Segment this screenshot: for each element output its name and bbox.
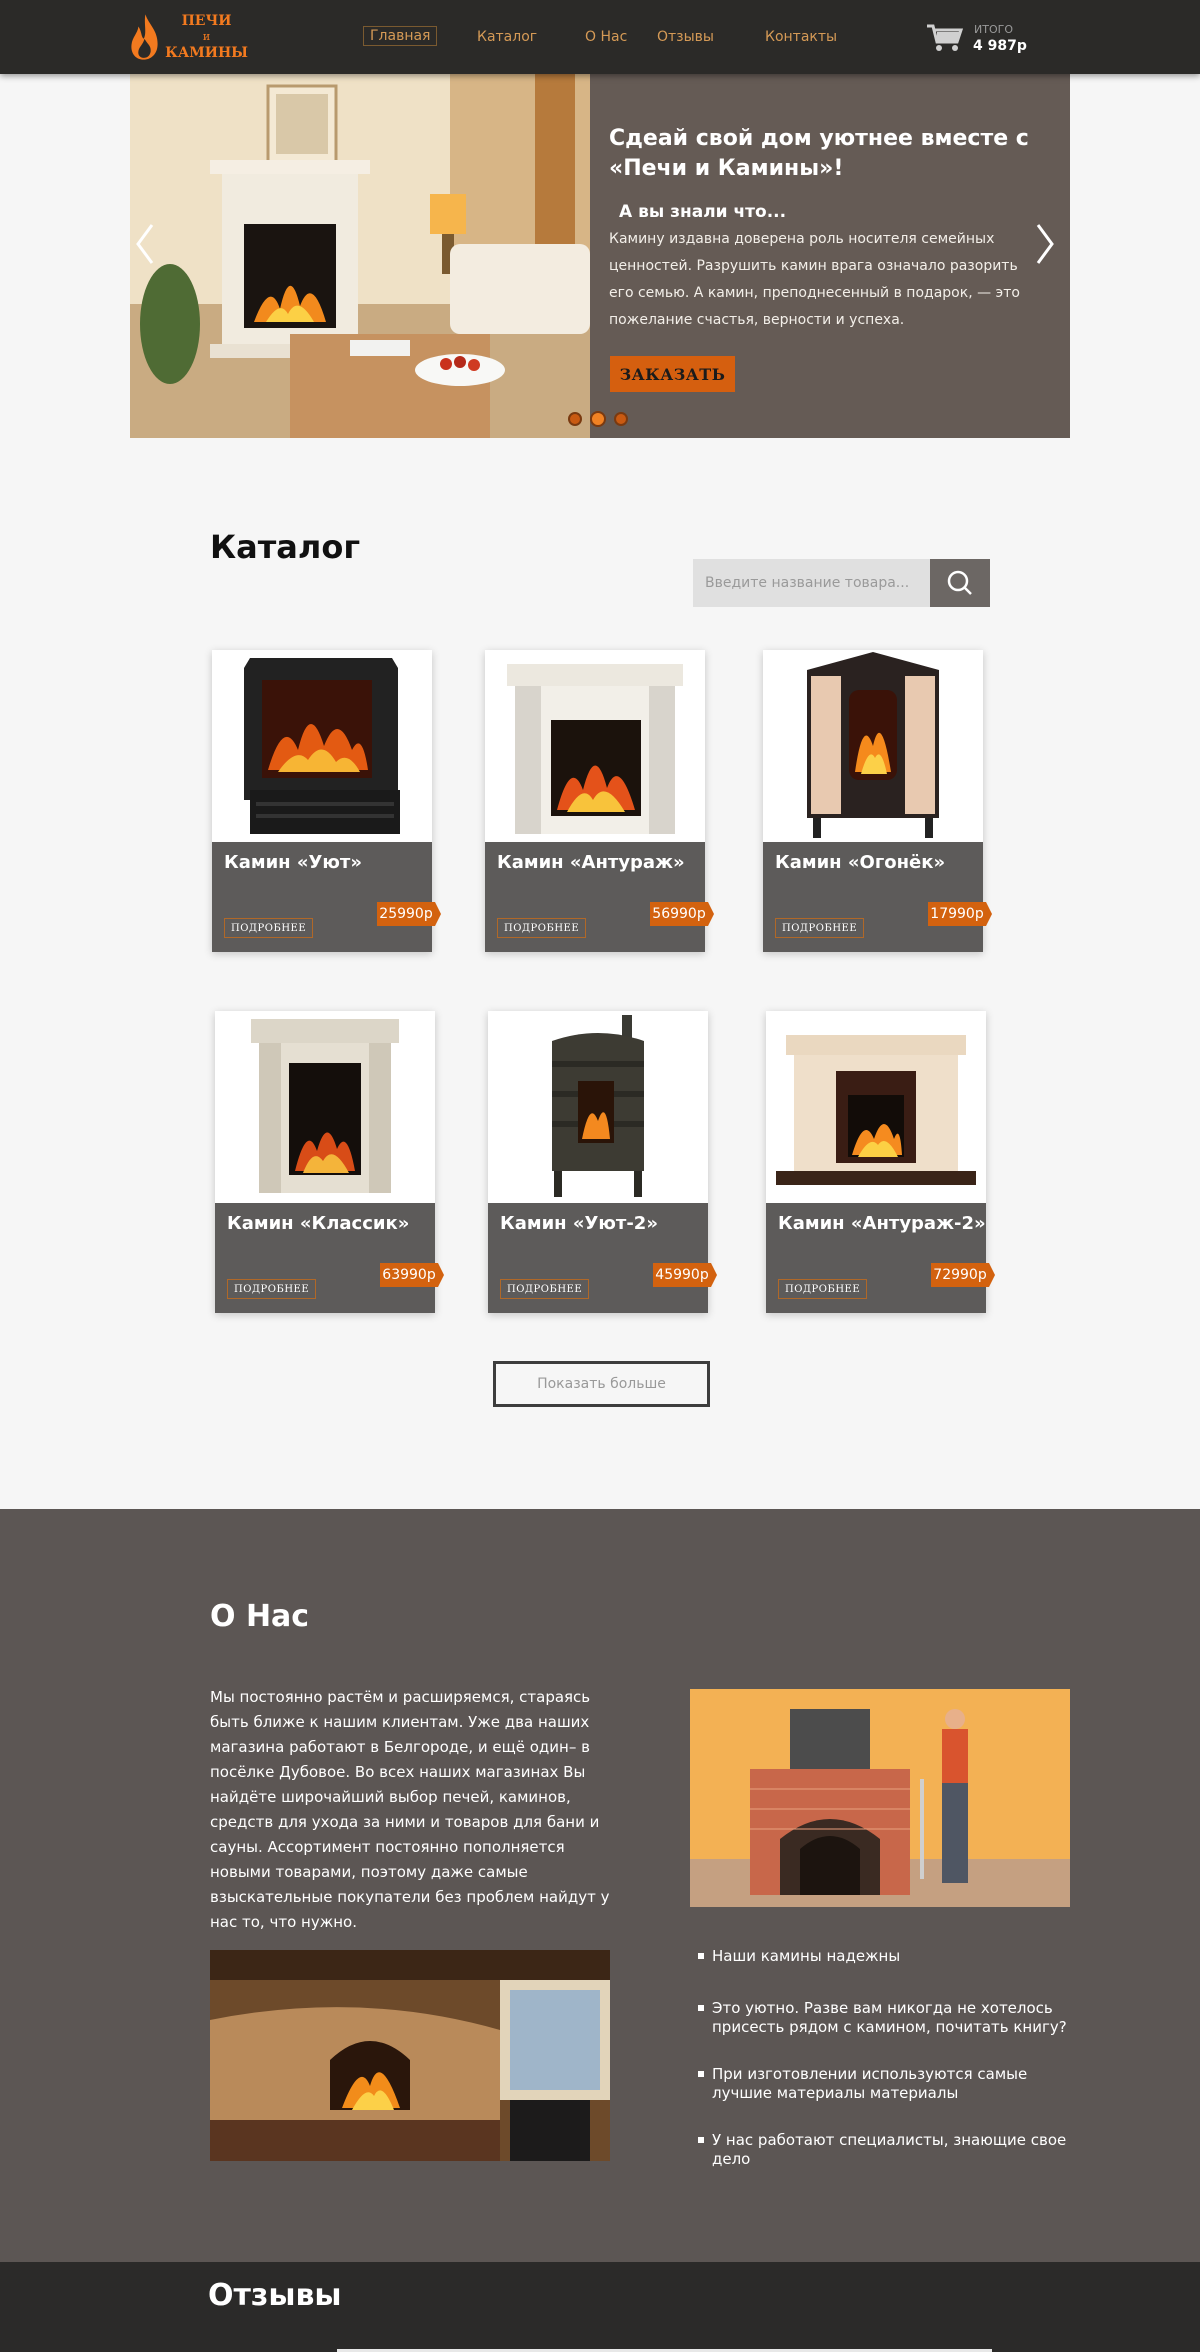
logo-line-3: КАМИНЫ — [165, 45, 248, 61]
about-text: Мы постоянно растём и расширяемся, стара… — [210, 1688, 610, 1931]
logo-line-1: ПЕЧИ — [181, 13, 232, 29]
hero-subtitle: А вы знали что... — [619, 202, 787, 222]
slider-dot[interactable] — [568, 412, 582, 426]
about-image-builder — [690, 1689, 1070, 1907]
search-input[interactable] — [693, 559, 930, 607]
details-button[interactable]: ПОДРОБНЕЕ — [497, 918, 587, 938]
price-tag: 56990р — [650, 902, 714, 926]
product-card[interactable]: Камин «Антураж» ПОДРОБНЕЕ 56990р — [485, 650, 714, 952]
hero-text: Камину издавна доверена роль носителя се… — [609, 231, 1020, 328]
nav-home[interactable]: Главная — [363, 26, 438, 46]
product-name: Камин «Классик» — [227, 1213, 410, 1234]
chevron-right-icon[interactable] — [1030, 219, 1060, 269]
product-name: Камин «Антураж» — [497, 852, 685, 873]
product-info: Камин «Классик» ПОДРОБНЕЕ 63990р — [215, 1203, 444, 1313]
product-image — [763, 650, 983, 842]
product-info: Камин «Антураж» ПОДРОБНЕЕ 56990р — [485, 842, 714, 952]
price-tag: 45990р — [653, 1263, 717, 1287]
details-button[interactable]: ПОДРОБНЕЕ — [778, 1279, 868, 1299]
details-button[interactable]: ПОДРОБНЕЕ — [500, 1279, 590, 1299]
product-image — [212, 650, 432, 842]
flame-icon — [131, 14, 158, 60]
product-card[interactable]: Камин «Классик» ПОДРОБНЕЕ 63990р — [215, 1011, 444, 1313]
product-card[interactable]: Камин «Уют-2» ПОДРОБНЕЕ 45990р — [488, 1011, 717, 1313]
product-info: Камин «Уют» ПОДРОБНЕЕ 25990р — [212, 842, 441, 952]
product-card[interactable]: Камин «Огонёк» ПОДРОБНЕЕ 17990р — [763, 650, 992, 952]
price-tag: 72990р — [931, 1263, 995, 1287]
product-name: Камин «Антураж-2» — [778, 1213, 986, 1234]
feature-item: Это уютно. Разве вам никогда не хотелось… — [698, 1999, 1088, 2037]
order-button[interactable]: ЗАКАЗАТЬ — [610, 356, 735, 392]
search-icon — [947, 570, 972, 595]
details-button[interactable]: ПОДРОБНЕЕ — [775, 918, 865, 938]
product-image — [485, 650, 705, 842]
product-name: Камин «Уют-2» — [500, 1213, 658, 1234]
slider-dot[interactable] — [614, 412, 628, 426]
show-more-button[interactable]: Показать больше — [493, 1361, 710, 1407]
product-image — [215, 1011, 435, 1203]
cart-total: 4 987р — [973, 38, 1027, 54]
search-button[interactable] — [930, 559, 990, 607]
feature-item: Наши камины надежны — [698, 1947, 1088, 1966]
product-card[interactable]: Камин «Уют» ПОДРОБНЕЕ 25990р — [212, 650, 441, 952]
features-list: Наши камины надежны Это уютно. Разве вам… — [698, 1947, 1088, 2197]
chevron-left-icon[interactable] — [130, 219, 160, 269]
catalog-title: Каталог — [210, 528, 361, 566]
product-name: Камин «Огонёк» — [775, 852, 946, 873]
about-image-fireplace — [210, 1950, 610, 2161]
details-button[interactable]: ПОДРОБНЕЕ — [227, 1279, 317, 1299]
product-info: Камин «Уют-2» ПОДРОБНЕЕ 45990р — [488, 1203, 717, 1313]
site-header: ПЕЧИ и КАМИНЫ Главная Каталог О Нас Отзы… — [0, 0, 1200, 74]
product-info: Камин «Антураж-2» ПОДРОБНЕЕ 72990р — [766, 1203, 995, 1313]
cart-icon[interactable] — [925, 22, 965, 54]
product-name: Камин «Уют» — [224, 852, 362, 873]
logo-text: ПЕЧИ и КАМИНЫ — [165, 13, 248, 61]
about-section: О Нас Мы постоянно растём и расширяемся,… — [0, 1509, 1200, 2262]
hero-image — [130, 74, 590, 438]
about-title: О Нас — [210, 1599, 310, 1634]
search-box — [693, 559, 990, 607]
hero-title: Сдеай свой дом уютнее вместе с «Печи и К… — [609, 126, 1029, 181]
details-button[interactable]: ПОДРОБНЕЕ — [224, 918, 314, 938]
price-tag: 25990р — [377, 902, 441, 926]
price-tag: 63990р — [380, 1263, 444, 1287]
slider-dot-active[interactable] — [590, 411, 606, 427]
product-info: Камин «Огонёк» ПОДРОБНЕЕ 17990р — [763, 842, 992, 952]
nav-reviews[interactable]: Отзывы — [657, 29, 714, 45]
feature-item: При изготовлении используются самые лучш… — [698, 2065, 1088, 2103]
product-image — [766, 1011, 986, 1203]
logo-line-2: и — [202, 30, 211, 43]
product-card[interactable]: Камин «Антураж-2» ПОДРОБНЕЕ 72990р — [766, 1011, 995, 1313]
price-tag: 17990р — [928, 902, 992, 926]
cart-label: ИТОГО — [974, 23, 1013, 36]
feature-item: У нас работают специалисты, знающие свое… — [698, 2131, 1088, 2169]
reviews-section: Отзывы — [0, 2262, 1200, 2352]
nav-catalog[interactable]: Каталог — [477, 29, 537, 45]
nav-about[interactable]: О Нас — [585, 29, 627, 45]
nav-contacts[interactable]: Контакты — [765, 29, 837, 45]
hero-slider: Сдеай свой дом уютнее вместе с «Печи и К… — [130, 74, 1070, 438]
slider-dots — [568, 411, 628, 427]
product-image — [488, 1011, 708, 1203]
reviews-title: Отзывы — [208, 2278, 342, 2313]
logo[interactable]: ПЕЧИ и КАМИНЫ — [128, 6, 248, 68]
